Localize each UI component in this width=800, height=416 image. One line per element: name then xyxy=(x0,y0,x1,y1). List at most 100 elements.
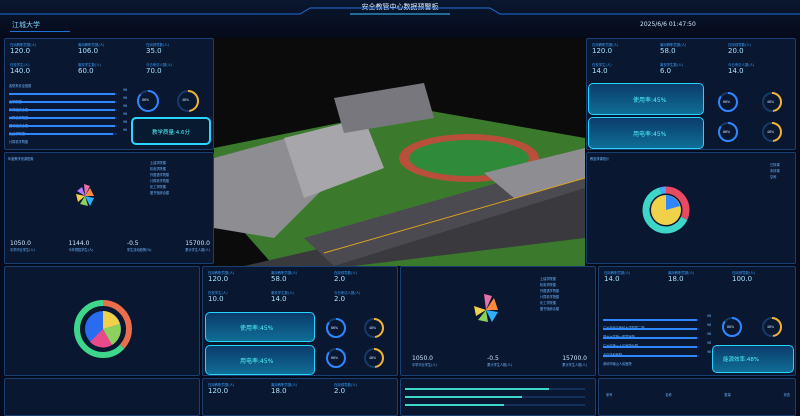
legend-item: 空闲 xyxy=(770,175,777,179)
kpi-value: 15700.0 xyxy=(185,240,210,247)
kpi-value: 1050.0 xyxy=(412,355,433,362)
wave-label: 使用率:45% xyxy=(633,97,667,104)
stat-value: 120.0 xyxy=(208,275,229,283)
stat-value: 70.0 xyxy=(146,67,162,75)
list-item-value: 98 xyxy=(122,112,127,116)
kpi-value: 1050.0 xyxy=(10,240,31,247)
table-header-cell: 数量 xyxy=(724,393,731,397)
center-lower-gauges xyxy=(326,318,384,368)
right-top-stats: 在岗教职员数(人) 120.0 离岗教职员数(人) 58.0 在岗领导数(人) 20.… xyxy=(590,41,794,81)
stat-value: 58.0 xyxy=(271,275,287,283)
school-name[interactable]: 江城大学 xyxy=(10,20,70,32)
table-header-cell: 状态 xyxy=(783,393,790,397)
left-mid-legend: 土建学院楼 机电学院楼 外国语学院楼 计算机学院楼 化工学院楼 图书馆综合楼 xyxy=(150,160,169,196)
list-bar xyxy=(603,337,699,339)
list-bar xyxy=(603,328,699,330)
list-item[interactable]: 图书馆综合楼 98 xyxy=(9,112,127,128)
rose-chart-2 xyxy=(474,294,498,322)
kpi-value: -0.5 xyxy=(126,240,139,247)
wave-label: 用电率:45% xyxy=(240,358,274,365)
stat-card: 离岗教职员数(人) 106.0 xyxy=(76,41,144,61)
score-text: 教学质量:4.6分 xyxy=(151,130,191,136)
stat-value: 120.0 xyxy=(592,47,613,55)
stat-card: 离岗教职员数(人) 58.0 xyxy=(658,41,726,61)
stat-value: 60.0 xyxy=(78,67,94,75)
stat-value: 2.0 xyxy=(334,387,346,395)
list-item-value: 98 xyxy=(706,314,711,318)
list-bar xyxy=(9,101,117,103)
list-item[interactable]: 深圳市南山人民医院 98 xyxy=(603,350,711,366)
stat-card: 在校学生(人) 140.0 xyxy=(8,61,76,81)
kpi: -0.5 累计学生人数(人) xyxy=(487,355,512,367)
list-item[interactable]: 广州市南方医科大学附属二院98 xyxy=(603,314,711,330)
stat-card: 在校学生(人) 14.0 xyxy=(590,61,658,81)
list-item-value: 98 xyxy=(706,341,711,345)
center-lower-kpis: 1050.0 中学毕业学生(人) -0.5 累计学生人数(人) 15700.0 累计学… xyxy=(412,355,587,367)
kpi: 1050.0 中学毕业学生(人) xyxy=(412,355,437,367)
list-item-value: 96 xyxy=(122,128,127,132)
bottom-panel-1 xyxy=(4,378,200,416)
stat-value: 18.0 xyxy=(668,275,684,283)
kpi: 15700.0 累计学生人数(人) xyxy=(185,240,210,252)
campus-3d-view[interactable] xyxy=(214,38,585,266)
right-top-gauges xyxy=(718,92,782,142)
usage-wave-card: 使用率:45% xyxy=(588,83,704,115)
stat-card: 今日来访人数(人) 14.0 xyxy=(726,61,794,81)
stat-value: 14.0 xyxy=(271,295,287,303)
gauge-value: 48% xyxy=(369,356,377,360)
stat-card: 在岗领导数(人) 2.0 xyxy=(332,381,395,396)
stat-value: 10.0 xyxy=(208,295,224,303)
list-item-label: 深圳市南山人民医院 xyxy=(603,362,632,366)
list-item-value: 98 xyxy=(122,120,127,124)
hospital-list: 广州市南方医科大学附属二院98 郑州大学第一附属医院98 广州市第一人民医院分院… xyxy=(603,314,711,366)
wave-label: 使用率:45% xyxy=(240,325,274,332)
wave-label: 用电率:45% xyxy=(633,131,667,138)
list-bar xyxy=(9,109,117,111)
rose-chart xyxy=(76,184,94,206)
stat-value: 2.0 xyxy=(334,275,346,283)
stat-value: 14.0 xyxy=(604,275,620,283)
gauge-value: 86% xyxy=(142,98,150,102)
stat-card: 今日来访人数(人) 70.0 xyxy=(144,61,212,81)
stat-card: 在校学生(人) 10.0 xyxy=(206,289,269,309)
list-item[interactable]: 北京协和医院98 xyxy=(603,341,711,357)
ring-pie-chart xyxy=(74,300,132,358)
list-item[interactable]: 计算机学院楼 98 xyxy=(9,104,127,120)
left-top-stats: 在岗教职员数(人) 120.0 离岗教职员数(人) 106.0 在岗领导数(人)… xyxy=(8,41,212,81)
list-item-value: 98 xyxy=(706,323,711,327)
progress-bar xyxy=(405,404,585,406)
list-item[interactable]: 广州市第一人民医院分院98 xyxy=(603,332,711,348)
list-item[interactable]: 工学院楼 98 xyxy=(9,88,127,104)
score-box: 教学质量:4.6分 xyxy=(131,117,211,145)
dept-list: 工学院楼 98 体育馆综合楼 98 计算机学院楼 98 图书馆综合楼 98 化工… xyxy=(9,88,127,144)
bottom-stats: 在岗教职员数(人) 120.0 离岗教职员数(人) 18.0 在岗领导数(人) 2.0 xyxy=(206,381,396,396)
gauge-value: 48% xyxy=(767,130,775,134)
energy-wave-card: 能源效率:48% xyxy=(712,345,794,373)
right-mid-legend: 已排课 未排课 空闲 xyxy=(770,162,780,180)
legend-item: 图书馆综合楼 xyxy=(150,191,170,195)
kpi: 1144.0 今年预招学生(人) xyxy=(68,240,93,252)
gauge-value: 48% xyxy=(182,98,190,102)
gauge-value: 86% xyxy=(723,130,731,134)
gauge-value: 86% xyxy=(727,325,735,329)
power-wave-card: 用电率:45% xyxy=(205,345,315,375)
list-item[interactable]: 计算机学院楼 96 xyxy=(9,128,127,144)
kpi: 1050.0 中学毕业学生(人) xyxy=(10,240,35,252)
kpi-label: 中学毕业学生(人) xyxy=(10,248,35,252)
list-bar xyxy=(603,355,699,357)
list-item[interactable]: 化工学院楼 98 xyxy=(9,120,127,136)
list-item[interactable]: 体育馆综合楼 98 xyxy=(9,96,127,112)
list-item-value: 98 xyxy=(706,332,711,336)
header-decoration xyxy=(0,7,800,15)
list-item-value: 98 xyxy=(122,96,127,100)
usage-wave-card: 使用率:45% xyxy=(205,312,315,342)
stat-value: 18.0 xyxy=(271,387,287,395)
kpi-label: 累计学生人数(人) xyxy=(185,248,210,252)
stat-card: 在岗教职员数(人) 120.0 xyxy=(8,41,76,61)
stat-value: 35.0 xyxy=(146,47,162,55)
stat-value: 106.0 xyxy=(78,47,99,55)
stat-card: 离岗教职员数(人) 18.0 xyxy=(269,381,332,396)
list-item[interactable]: 郑州大学第一附属医院98 xyxy=(603,323,711,339)
list-bar xyxy=(9,117,117,119)
progress-bar xyxy=(405,388,585,390)
